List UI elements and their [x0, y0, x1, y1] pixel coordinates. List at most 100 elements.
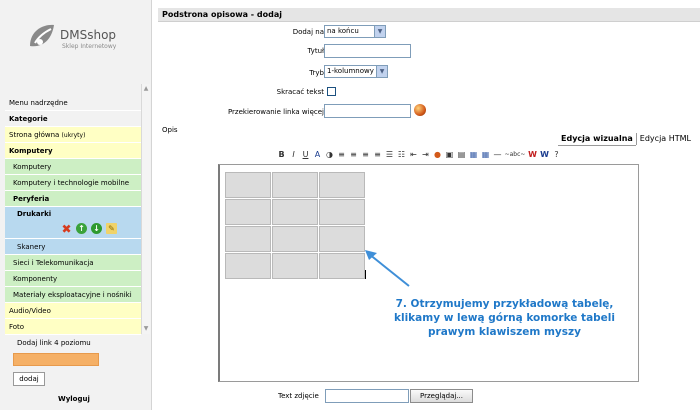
sidebar-item[interactable]: Menu nadrzędne — [5, 95, 141, 111]
bold-icon[interactable]: B — [276, 149, 287, 161]
table-grid-icon[interactable]: ▦ — [480, 149, 491, 161]
table-cell[interactable] — [224, 171, 272, 199]
align-justify-icon[interactable]: ≡ — [372, 149, 383, 161]
item-actions: ✖ ↑ ↓ ✎ — [17, 221, 141, 235]
move-down-icon[interactable]: ↓ — [91, 223, 102, 234]
opis-label: Opis — [162, 126, 178, 134]
sidebar-item-label: Materiały eksploatacyjne i nośniki — [13, 291, 132, 299]
highlight-icon[interactable]: ◑ — [324, 149, 335, 161]
tryb-select[interactable]: 1-kolumnowy ▼ — [324, 65, 388, 78]
skracac-label: Skracać tekst — [276, 88, 324, 96]
sidebar-item-label: Komputery — [9, 147, 53, 155]
horizontal-rule-icon[interactable]: — — [492, 149, 503, 161]
sample-table[interactable] — [224, 171, 366, 280]
add-link-input[interactable] — [13, 353, 99, 366]
dodaj-na-select[interactable]: na końcu ▼ — [324, 25, 386, 38]
pointer-arrow-icon — [365, 250, 410, 287]
add-link-label: Dodaj link 4 poziomu — [17, 339, 91, 347]
editor-toolbar: B I U A ◑ ≡ ≡ ≡ ≡ ☰ ☷ ⇤ ⇥ ● ▣ ▤ ▦ ▦ — ~abc~ W W? — [276, 149, 562, 162]
tab-html-edit[interactable]: Edycja HTML — [637, 132, 694, 146]
edit-icon[interactable]: ✎ — [106, 223, 117, 234]
clean-word-icon[interactable]: W — [539, 149, 550, 161]
paste-word-icon[interactable]: W — [527, 149, 538, 161]
sidebar-item[interactable]: Audio/Video — [5, 303, 141, 319]
sidebar-item-label: Komputery — [13, 163, 52, 171]
sidebar-item[interactable]: Komputery i technologie mobilne — [5, 175, 141, 191]
outdent-icon[interactable]: ⇤ — [408, 149, 419, 161]
table-row — [224, 252, 366, 280]
category-menu: Menu nadrzędne Kategorie Strona główna (uk… — [5, 95, 141, 335]
sidebar-item[interactable]: Foto — [5, 319, 141, 335]
photo-file-input[interactable] — [325, 389, 409, 403]
przekierowanie-label: Przekierowanie linka więcej — [227, 108, 324, 116]
sidebar-item-label: Komponenty — [13, 275, 58, 283]
table-cell[interactable] — [271, 171, 319, 199]
sidebar-item-label: Drukarki — [17, 210, 52, 218]
table-row — [224, 171, 366, 199]
table-cell[interactable] — [271, 198, 319, 226]
image-icon[interactable]: ▣ — [444, 149, 455, 161]
font-color-icon[interactable]: A — [312, 149, 323, 161]
delete-icon[interactable]: ✖ — [61, 223, 72, 235]
chevron-down-icon: ▼ — [374, 26, 385, 37]
skracac-checkbox[interactable] — [327, 87, 336, 96]
bullet-list-icon[interactable]: ☰ — [384, 149, 395, 161]
table-cell[interactable] — [224, 252, 272, 280]
page-title: Podstrona opisowa - dodaj — [158, 8, 700, 22]
logout-link[interactable]: Wyloguj — [58, 395, 90, 403]
sidebar-item[interactable]: Komponenty — [5, 271, 141, 287]
sidebar-item[interactable]: Drukarki ✖ ↑ ↓ ✎ — [5, 207, 141, 239]
table-cell[interactable] — [224, 198, 272, 226]
sidebar-item[interactable]: Skanery — [5, 239, 141, 255]
tytul-input[interactable] — [324, 44, 411, 58]
sidebar-item[interactable]: Sieci i Telekomunikacja — [5, 255, 141, 271]
table-cell[interactable] — [271, 225, 319, 253]
tryb-value: 1-kolumnowy — [327, 67, 374, 75]
tab-visual-edit[interactable]: Edycja wizualna — [558, 132, 636, 146]
table-cell[interactable] — [318, 198, 366, 226]
menu-scrollbar[interactable]: ▲ ▼ — [141, 84, 150, 334]
chevron-down-icon: ▼ — [376, 66, 387, 77]
sidebar-item-label: Kategorie — [9, 115, 48, 123]
indent-icon[interactable]: ⇥ — [420, 149, 431, 161]
table-cell[interactable] — [271, 252, 319, 280]
scroll-up-icon[interactable]: ▲ — [142, 85, 150, 93]
underline-icon[interactable]: U — [300, 149, 311, 161]
editor-area[interactable]: 7. Otrzymujemy przykładową tabelę, klika… — [218, 164, 639, 382]
help-icon[interactable]: ? — [551, 149, 562, 161]
align-center-icon[interactable]: ≡ — [348, 149, 359, 161]
align-left-icon[interactable]: ≡ — [336, 149, 347, 161]
table-cell[interactable] — [318, 252, 366, 280]
tryb-label: Tryb — [309, 69, 324, 77]
numbered-list-icon[interactable]: ☷ — [396, 149, 407, 161]
italic-icon[interactable]: I — [288, 149, 299, 161]
logo[interactable]: DMSshop Sklep Internetowy — [26, 20, 136, 60]
sidebar-item-label: Audio/Video — [9, 307, 51, 315]
sidebar-item-label: Foto — [9, 323, 25, 331]
sidebar-item[interactable]: Komputery — [5, 143, 141, 159]
sidebar-item[interactable]: Materiały eksploatacyjne i nośniki — [5, 287, 141, 303]
insert-table-icon[interactable]: ▦ — [468, 149, 479, 161]
przekierowanie-input[interactable] — [324, 104, 411, 118]
special-chars-icon[interactable]: ~abc~ — [504, 149, 526, 161]
logo-tagline: Sklep Internetowy — [62, 43, 117, 50]
align-right-icon[interactable]: ≡ — [360, 149, 371, 161]
scroll-down-icon[interactable]: ▼ — [142, 325, 150, 333]
sidebar-item[interactable]: Peryferia — [5, 191, 141, 207]
leaf-logo-icon — [30, 24, 54, 47]
add-link-button[interactable]: dodaj — [13, 372, 45, 386]
table-cell[interactable] — [224, 225, 272, 253]
editor-tabs: Edycja wizualna Edycja HTML — [558, 132, 694, 146]
move-up-icon[interactable]: ↑ — [76, 223, 87, 234]
media-icon[interactable]: ▤ — [456, 149, 467, 161]
table-cell[interactable] — [318, 171, 366, 199]
tytul-label: Tytuł — [307, 47, 325, 55]
table-cell[interactable] — [318, 225, 366, 253]
browse-button[interactable]: Przeglądaj... — [410, 389, 473, 403]
sidebar-item[interactable]: Komputery — [5, 159, 141, 175]
link-browser-icon[interactable] — [414, 104, 426, 116]
sidebar-item[interactable]: Strona główna (ukryty) — [5, 127, 141, 143]
link-icon[interactable]: ● — [432, 149, 443, 161]
sidebar-item[interactable]: Kategorie — [5, 111, 141, 127]
sidebar: DMSshop Sklep Internetowy Menu nadrzędne… — [0, 0, 152, 410]
